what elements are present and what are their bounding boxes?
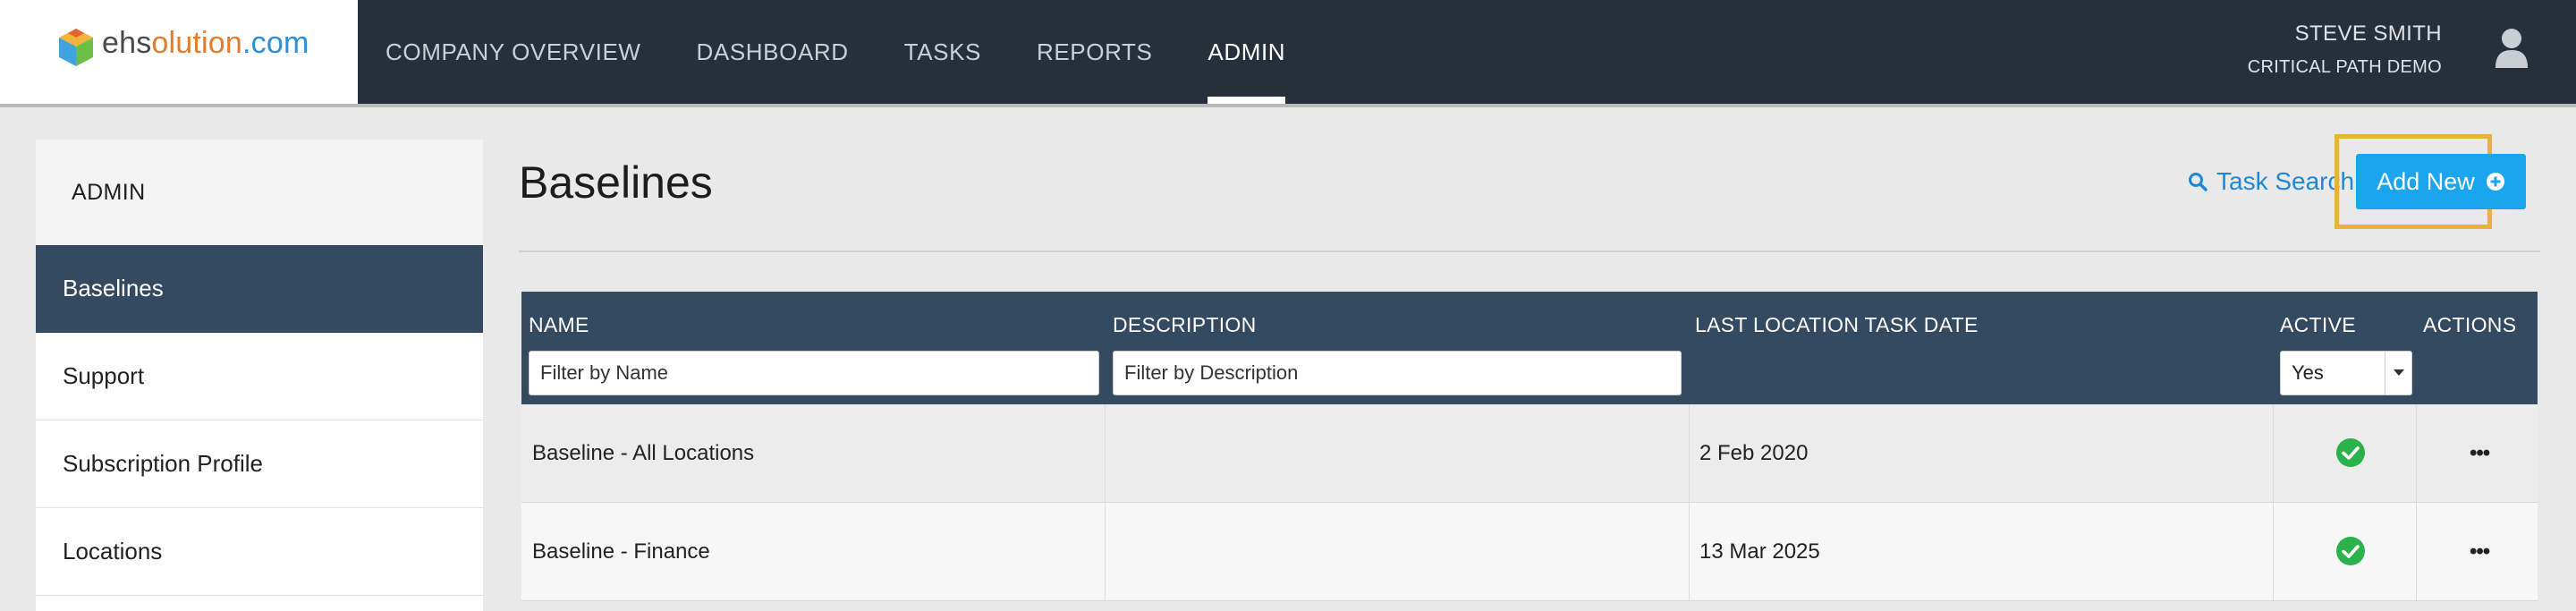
filter-active-value: Yes: [2292, 361, 2324, 384]
user-name: STEVE SMITH: [2294, 21, 2442, 46]
column-divider: [1689, 503, 1690, 600]
chevron-down-icon[interactable]: [2385, 352, 2411, 395]
search-icon: [2189, 173, 2207, 191]
row-name[interactable]: Baseline - Finance: [532, 503, 710, 600]
add-new-label: Add New: [2377, 167, 2475, 195]
user-org: CRITICAL PATH DEMO: [2247, 57, 2442, 77]
page-title: Baselines: [519, 157, 713, 208]
row-last-date: 2 Feb 2020: [1699, 440, 1809, 465]
column-header-description[interactable]: DESCRIPTION: [1113, 313, 1256, 337]
sidebar-item-support[interactable]: Support: [36, 333, 483, 420]
row-actions-menu-icon[interactable]: •••: [2470, 541, 2490, 563]
baselines-table: NAME DESCRIPTION LAST LOCATION TASK DATE…: [521, 292, 2538, 601]
user-info[interactable]: STEVE SMITH CRITICAL PATH DEMO: [2248, 21, 2442, 78]
table-row[interactable]: Baseline - Finance 13 Mar 2025 •••: [521, 503, 2538, 601]
sidebar-item-locations[interactable]: Locations: [36, 508, 483, 596]
task-search-label: Task Search: [2216, 167, 2355, 195]
nav-company-overview[interactable]: COMPANY OVERVIEW: [358, 0, 669, 104]
add-new-button[interactable]: Add New: [2356, 154, 2526, 209]
admin-sidebar: ADMIN Baselines Support Subscription Pro…: [36, 140, 483, 611]
header-divider: [519, 250, 2540, 252]
row-name[interactable]: Baseline - All Locations: [532, 404, 754, 502]
sidebar-item-baselines[interactable]: Baselines: [36, 245, 483, 333]
active-check-icon: [2336, 537, 2365, 565]
column-divider: [1689, 404, 1690, 502]
column-divider: [2416, 404, 2417, 502]
sidebar-item-subscription-profile[interactable]: Subscription Profile: [36, 420, 483, 508]
row-actions-menu-icon[interactable]: •••: [2470, 443, 2490, 464]
logo-text: ehsolution.com: [102, 26, 309, 60]
column-header-last-location-task-date[interactable]: LAST LOCATION TASK DATE: [1695, 313, 1979, 337]
column-divider: [1105, 503, 1106, 600]
column-header-actions: ACTIONS: [2423, 313, 2517, 336]
plus-circle-icon: [2486, 173, 2504, 191]
column-divider: [2273, 404, 2274, 502]
table-header: NAME DESCRIPTION LAST LOCATION TASK DATE…: [521, 292, 2538, 404]
row-last-date: 13 Mar 2025: [1699, 539, 1820, 564]
main-nav: COMPANY OVERVIEW DASHBOARD TASKS REPORTS…: [358, 0, 1313, 104]
logo[interactable]: ehsolution.com: [0, 0, 358, 104]
nav-reports[interactable]: REPORTS: [1009, 0, 1180, 104]
active-check-icon: [2336, 438, 2365, 467]
filter-name-input[interactable]: [529, 351, 1099, 395]
nav-dashboard[interactable]: DASHBOARD: [669, 0, 877, 104]
filter-description-input[interactable]: [1113, 351, 1682, 395]
table-row[interactable]: Baseline - All Locations 2 Feb 2020 •••: [521, 404, 2538, 503]
user-avatar-icon[interactable]: [2494, 27, 2529, 70]
column-header-active[interactable]: ACTIVE: [2280, 313, 2356, 337]
filter-active-select[interactable]: Yes: [2280, 351, 2412, 395]
topbar-shadow: [0, 104, 2576, 107]
nav-admin[interactable]: ADMIN: [1180, 0, 1313, 104]
task-search-link[interactable]: Task Search: [2188, 167, 2354, 196]
column-divider: [2273, 503, 2274, 600]
column-divider: [1105, 404, 1106, 502]
column-divider: [2416, 503, 2417, 600]
sidebar-heading: ADMIN: [36, 140, 483, 245]
logo-cube-icon: [59, 29, 93, 66]
column-header-name[interactable]: NAME: [529, 313, 589, 337]
nav-tasks[interactable]: TASKS: [877, 0, 1009, 104]
